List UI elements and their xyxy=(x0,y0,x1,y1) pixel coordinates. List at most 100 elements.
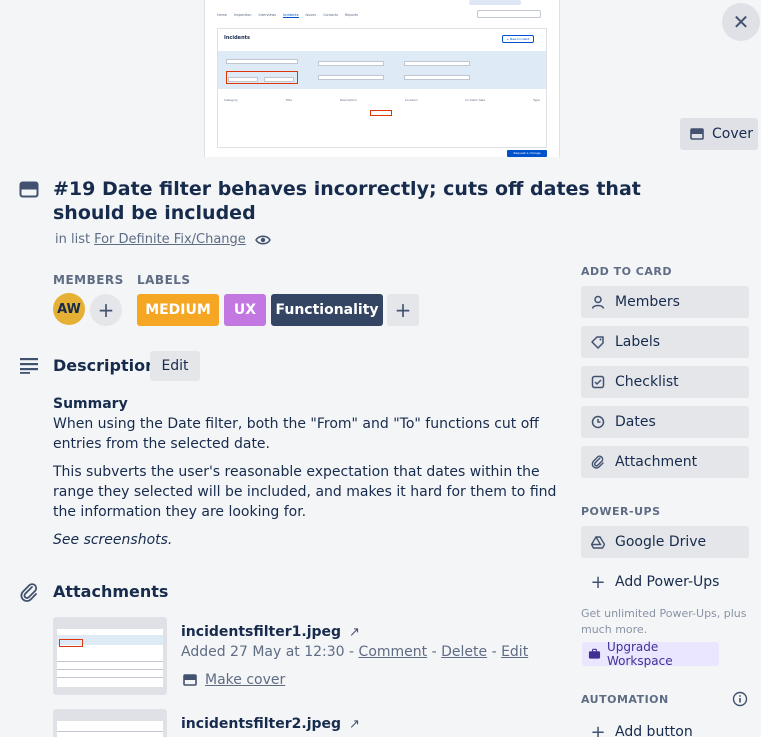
members-button-label: Members xyxy=(615,294,680,310)
description-paragraph: This subverts the user's reasonable expe… xyxy=(53,464,557,520)
cover-date-highlight xyxy=(226,71,298,84)
cover-filter-field xyxy=(404,61,470,66)
cover-screenshot-footer-button: Request a change xyxy=(507,150,547,157)
paperclip-icon xyxy=(20,583,38,602)
attachments-heading: Attachments xyxy=(53,582,169,601)
attachment-button-label: Attachment xyxy=(615,454,698,470)
plus-icon: + xyxy=(394,298,412,322)
cover-image[interactable]: Home Inspection Interviews Incidents Iss… xyxy=(204,0,560,157)
members-heading: MEMBERS xyxy=(53,273,124,287)
label-medium[interactable]: MEDIUM xyxy=(137,294,219,326)
thumbnail-rule xyxy=(57,669,163,670)
description-paragraph: When using the Date filter, both the "Fr… xyxy=(53,416,539,452)
description-summary-heading: Summary xyxy=(53,396,128,412)
separator: - xyxy=(431,644,437,660)
cover-nav-item: Home xyxy=(217,13,228,17)
cover-icon xyxy=(690,128,704,140)
labels-button[interactable]: Labels xyxy=(581,326,749,358)
avatar[interactable]: AW xyxy=(53,293,85,325)
briefcase-icon xyxy=(588,648,601,659)
add-button-button[interactable]: + Add button xyxy=(581,716,749,737)
add-powerups-button[interactable]: + Add Power-Ups xyxy=(581,566,749,598)
make-cover-link[interactable]: Make cover xyxy=(183,672,285,688)
in-list: in list For Definite Fix/Change xyxy=(55,232,246,247)
cover-screenshot-columns: Category Title Description Location Inci… xyxy=(224,98,540,102)
card-cover: Home Inspection Interviews Incidents Iss… xyxy=(0,0,761,157)
google-drive-button[interactable]: Google Drive xyxy=(581,526,749,558)
card-title[interactable]: #19 Date filter behaves incorrectly; cut… xyxy=(53,177,713,225)
dates-button[interactable]: Dates xyxy=(581,406,749,438)
add-label-button[interactable]: + xyxy=(387,294,419,326)
edit-description-button[interactable]: Edit xyxy=(150,351,200,381)
attachment-thumbnail[interactable] xyxy=(53,617,167,695)
cover-screenshot-title: Incidents xyxy=(224,35,250,41)
edit-link[interactable]: Edit xyxy=(501,644,528,660)
label-ux[interactable]: UX xyxy=(224,294,266,326)
plus-icon: + xyxy=(590,721,606,737)
cover-nav-item: Contacts xyxy=(323,13,339,17)
cover-filter-field xyxy=(404,75,470,80)
add-to-card-heading: ADD TO CARD xyxy=(581,265,672,278)
cover-nav-item: Incidents xyxy=(283,13,299,18)
separator: - xyxy=(491,644,497,660)
attachment-name[interactable]: incidentsfilter1.jpeg ↗ xyxy=(181,624,360,640)
cover-nav-item: Reports xyxy=(345,13,359,17)
thumbnail-highlight xyxy=(59,639,83,647)
list-link[interactable]: For Definite Fix/Change xyxy=(94,232,246,247)
cover-screenshot-panel: Incidents + New Incident Category Title … xyxy=(217,28,547,148)
description-heading: Description xyxy=(53,356,157,375)
cover-screenshot-nav: Home Inspection Interviews Incidents Iss… xyxy=(217,13,358,18)
eye-icon[interactable] xyxy=(255,233,271,247)
thumbnail-page xyxy=(57,721,163,737)
cover-icon xyxy=(183,674,197,686)
delete-link[interactable]: Delete xyxy=(441,644,487,660)
cover-column: Type xyxy=(533,98,540,102)
members-button[interactable]: Members xyxy=(581,286,749,318)
dates-button-label: Dates xyxy=(615,414,656,430)
add-powerups-label: Add Power-Ups xyxy=(615,574,720,590)
close-icon: ✕ xyxy=(732,10,750,34)
labels-heading: LABELS xyxy=(137,273,191,287)
add-member-button[interactable]: + xyxy=(90,294,122,326)
label-functionality[interactable]: Functionality xyxy=(271,294,383,326)
cover-nav-item: Inspection xyxy=(234,13,252,17)
paperclip-icon xyxy=(591,455,605,469)
attachment-button[interactable]: Attachment xyxy=(581,446,749,478)
make-cover-label: Make cover xyxy=(205,672,286,688)
cover-filter-field xyxy=(318,75,384,80)
tag-icon xyxy=(591,335,605,349)
thumbnail-rule xyxy=(57,661,163,662)
attachment-thumbnail[interactable] xyxy=(53,709,167,737)
thumbnail-rule xyxy=(57,731,163,732)
card-icon xyxy=(19,180,39,200)
cover-button[interactable]: Cover xyxy=(680,118,758,150)
cover-column: Category xyxy=(224,98,238,102)
close-button[interactable]: ✕ xyxy=(722,3,760,41)
cover-button-label: Cover xyxy=(712,126,753,142)
attachment-filename: incidentsfilter1.jpeg xyxy=(181,624,342,640)
upgrade-workspace-button[interactable]: Upgrade Workspace xyxy=(582,640,719,668)
external-link-icon[interactable]: ↗ xyxy=(349,717,360,732)
separator: - xyxy=(349,644,355,660)
attachment-name[interactable]: incidentsfilter2.jpeg ↗ xyxy=(181,716,360,732)
description-body[interactable]: Summary When using the Date filter, both… xyxy=(53,394,565,558)
checklist-button-label: Checklist xyxy=(615,374,679,390)
cover-screenshot-header: Home Inspection Interviews Incidents Iss… xyxy=(205,0,559,22)
comment-link[interactable]: Comment xyxy=(359,644,428,660)
attachment-meta: Added 27 May at 12:30 - Comment - Delete… xyxy=(181,644,528,660)
cover-screenshot-new-button: + New Incident xyxy=(502,35,534,43)
info-icon[interactable] xyxy=(732,691,748,707)
labels-button-label: Labels xyxy=(615,334,661,350)
external-link-icon[interactable]: ↗ xyxy=(349,625,360,640)
cover-column: Incident date xyxy=(465,98,486,102)
in-list-prefix: in list xyxy=(55,232,91,247)
cover-filter-field xyxy=(318,61,384,66)
cover-empty-highlight xyxy=(370,110,392,116)
cover-screenshot-brand xyxy=(469,0,521,5)
powerups-note: Get unlimited Power-Ups, plus much more. xyxy=(581,607,747,636)
cover-column: Description xyxy=(339,98,357,102)
checklist-button[interactable]: Checklist xyxy=(581,366,749,398)
description-icon xyxy=(20,358,38,374)
google-drive-label: Google Drive xyxy=(615,534,707,550)
attachment-added: Added 27 May at 12:30 xyxy=(181,644,345,660)
